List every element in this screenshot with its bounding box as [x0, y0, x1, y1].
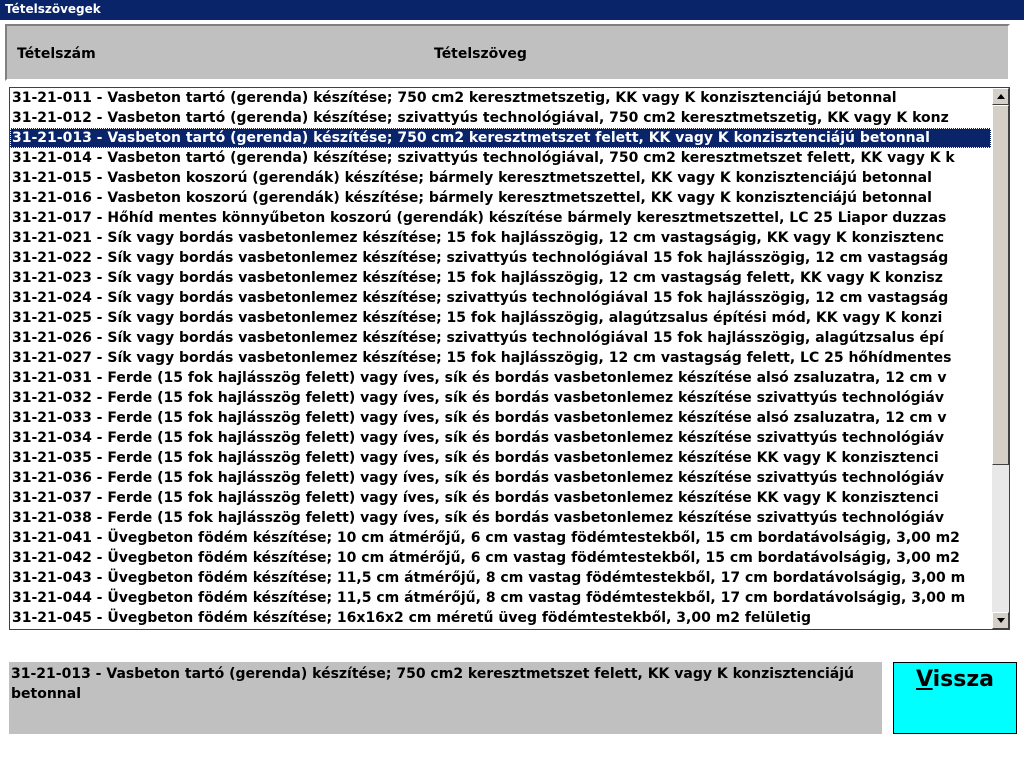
back-button[interactable]: Vissza — [893, 662, 1017, 734]
scroll-up-button[interactable] — [992, 88, 1009, 105]
column-header-panel: Tételszám Tételszöveg — [5, 24, 1010, 81]
list-item[interactable]: 31-21-037 - Ferde (15 fok hajlásszög fel… — [10, 488, 991, 508]
list-item[interactable]: 31-21-026 - Sík vagy bordás vasbetonleme… — [10, 328, 991, 348]
list-item[interactable]: 31-21-025 - Sík vagy bordás vasbetonleme… — [10, 308, 991, 328]
list-item[interactable]: 31-21-042 - Üvegbeton födém készítése; 1… — [10, 548, 991, 568]
selected-item-detail: 31-21-013 - Vasbeton tartó (gerenda) kés… — [9, 662, 882, 734]
list-item[interactable]: 31-21-035 - Ferde (15 fok hajlásszög fel… — [10, 448, 991, 468]
list-item[interactable]: 31-21-011 - Vasbeton tartó (gerenda) kés… — [10, 88, 991, 108]
list-item[interactable]: 31-21-014 - Vasbeton tartó (gerenda) kés… — [10, 148, 991, 168]
arrow-up-icon — [997, 94, 1005, 99]
list-item-selected[interactable]: 31-21-013 - Vasbeton tartó (gerenda) kés… — [10, 128, 991, 148]
list-item[interactable]: 31-21-017 - Hőhíd mentes könnyűbeton kos… — [10, 208, 991, 228]
list-item[interactable]: 31-21-012 - Vasbeton tartó (gerenda) kés… — [10, 108, 991, 128]
list-item[interactable]: 31-21-016 - Vasbeton koszorú (gerendák) … — [10, 188, 991, 208]
list-item[interactable]: 31-21-031 - Ferde (15 fok hajlásszög fel… — [10, 368, 991, 388]
list-item[interactable]: 31-21-036 - Ferde (15 fok hajlásszög fel… — [10, 468, 991, 488]
back-button-label: issza — [932, 667, 995, 692]
list-item[interactable]: 31-21-034 - Ferde (15 fok hajlásszög fel… — [10, 428, 991, 448]
item-listbox[interactable]: 31-21-011 - Vasbeton tartó (gerenda) kés… — [9, 87, 1010, 630]
list-item[interactable]: 31-21-033 - Ferde (15 fok hajlásszög fel… — [10, 408, 991, 428]
list-item[interactable]: 31-21-044 - Üvegbeton födém készítése; 1… — [10, 588, 991, 608]
column-header-number: Tételszám — [17, 46, 96, 62]
client-area: Tételszám Tételszöveg 31-21-011 - Vasbet… — [0, 20, 1024, 768]
back-button-accel: V — [915, 667, 933, 692]
column-header-text: Tételszöveg — [434, 46, 527, 62]
list-items: 31-21-011 - Vasbeton tartó (gerenda) kés… — [10, 88, 991, 629]
list-item[interactable]: 31-21-021 - Sík vagy bordás vasbetonleme… — [10, 228, 991, 248]
list-item[interactable]: 31-21-015 - Vasbeton koszorú (gerendák) … — [10, 168, 991, 188]
arrow-down-icon — [997, 618, 1005, 623]
scroll-thumb[interactable] — [992, 105, 1009, 465]
list-item[interactable]: 31-21-032 - Ferde (15 fok hajlásszög fel… — [10, 388, 991, 408]
scroll-down-button[interactable] — [992, 612, 1009, 629]
list-item[interactable]: 31-21-023 - Sík vagy bordás vasbetonleme… — [10, 268, 991, 288]
vertical-scrollbar[interactable] — [992, 88, 1009, 629]
list-item[interactable]: 31-21-041 - Üvegbeton födém készítése; 1… — [10, 528, 991, 548]
list-item[interactable]: 31-21-038 - Ferde (15 fok hajlásszög fel… — [10, 508, 991, 528]
list-item[interactable]: 31-21-043 - Üvegbeton födém készítése; 1… — [10, 568, 991, 588]
window-title: Tételszövegek — [0, 0, 1024, 20]
list-item[interactable]: 31-21-045 - Üvegbeton födém készítése; 1… — [10, 608, 991, 628]
list-item[interactable]: 31-21-022 - Sík vagy bordás vasbetonleme… — [10, 248, 991, 268]
list-item[interactable]: 31-21-027 - Sík vagy bordás vasbetonleme… — [10, 348, 991, 368]
list-item[interactable]: 31-21-024 - Sík vagy bordás vasbetonleme… — [10, 288, 991, 308]
